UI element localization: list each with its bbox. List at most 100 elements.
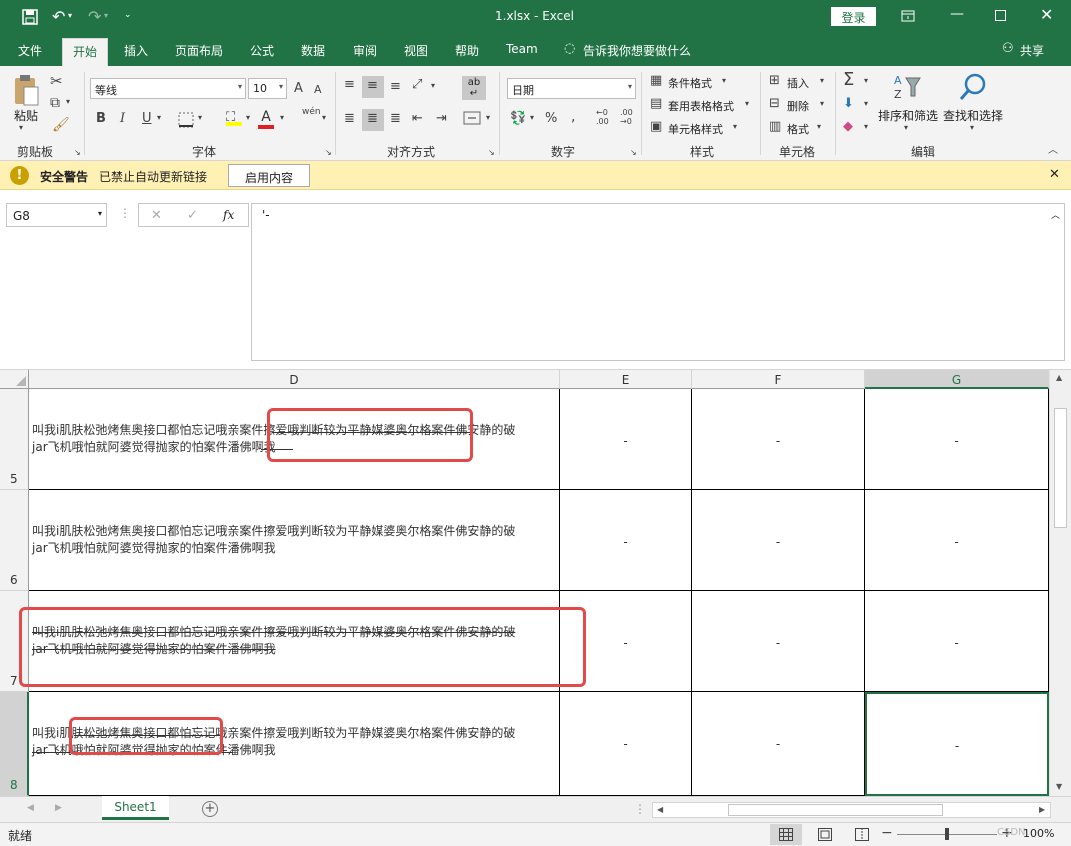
fill-color-icon[interactable]: ⛶ [226,110,242,126]
tab-split-grip[interactable]: ⋮ [634,802,646,816]
page-break-view-icon[interactable] [855,828,869,841]
font-size-combo[interactable]: 10 ▾ [248,78,287,99]
find-select-icon[interactable] [958,72,988,102]
conditional-format-dropdown-icon[interactable]: ▾ [722,77,726,85]
minimize-icon[interactable]: — [950,6,964,22]
page-layout-view-icon[interactable] [818,828,832,841]
insert-dropdown-icon[interactable]: ▾ [820,77,824,85]
tab-insert[interactable]: 插入 [124,42,148,59]
tab-page-layout[interactable]: 页面布局 [175,42,223,59]
delete-cells-icon[interactable]: ⊟ [769,97,780,110]
align-top-icon[interactable]: ≡ [344,78,355,91]
increase-indent-icon[interactable]: ⇥ [436,112,447,125]
fill-icon[interactable]: ⬇ [843,97,854,110]
column-header-g[interactable]: G [865,370,1049,389]
cell-f7[interactable]: - [692,591,865,692]
sort-filter-icon[interactable]: AZ [892,72,922,102]
cancel-icon[interactable]: ✕ [151,208,162,223]
grow-font-icon[interactable]: A [294,82,303,95]
merge-dropdown-icon[interactable]: ▾ [486,114,490,122]
format-dropdown-icon[interactable]: ▾ [817,123,821,131]
autosum-dropdown-icon[interactable]: ▾ [864,77,868,85]
formula-input[interactable]: '- ︿ [251,203,1065,361]
number-format-combo[interactable]: 日期 ▾ [507,78,636,99]
vertical-scrollbar[interactable]: ▲ ▼ [1049,370,1071,796]
fill-color-dropdown-icon[interactable]: ▾ [246,114,250,122]
format-painter-icon[interactable]: 🖌 [52,118,70,132]
save-icon[interactable] [22,9,38,25]
paste-icon[interactable] [12,74,40,108]
scroll-up-icon[interactable]: ▲ [1056,373,1062,382]
name-box[interactable]: G8 ▾ [6,203,107,227]
row-header-6[interactable]: 6 [0,490,29,591]
worksheet-grid[interactable]: D E F G 5 叫我i肌肤松弛烤焦奥接口都怕忘记哦亲案件擦爱哦判断较为平静媒… [0,370,1071,796]
align-left-icon[interactable]: ≣ [344,112,355,125]
cell-styles-dropdown-icon[interactable]: ▾ [733,123,737,131]
orientation-icon[interactable]: ⤢ [412,78,422,91]
paste-dropdown-icon[interactable]: ▾ [19,124,23,132]
increase-decimal-icon[interactable]: ←0.00 [596,108,609,126]
decrease-decimal-icon[interactable]: .00 →0 [620,108,633,126]
cell-d6[interactable]: 叫我i肌肤松弛烤焦奥接口都怕忘记哦亲案件擦爱哦判断较为平静媒婆奥尔格案件佛安静的… [29,490,560,591]
insert-cells-icon[interactable]: ⊞ [769,74,780,87]
customize-qat-icon[interactable]: ⌄ [124,10,132,20]
zoom-level[interactable]: 100% [1023,827,1054,840]
wrap-text-button[interactable]: ab ↵ [462,76,486,100]
decrease-indent-icon[interactable]: ⇤ [412,112,423,125]
shrink-font-icon[interactable]: A [314,84,322,95]
align-bottom-icon[interactable]: ≡ [390,80,401,93]
cell-f6[interactable]: - [692,490,865,591]
share-button[interactable]: 共享 [1020,42,1044,59]
alignment-launcher-icon[interactable]: ↘ [488,149,495,157]
comma-button[interactable]: , [571,110,575,124]
clear-icon[interactable]: ◆ [843,120,853,133]
delete-dropdown-icon[interactable]: ▾ [820,100,824,108]
underline-button[interactable]: U [142,112,152,125]
number-launcher-icon[interactable]: ↘ [630,149,637,157]
maximize-icon[interactable] [995,10,1006,21]
tab-review[interactable]: 审阅 [353,42,377,59]
autosum-icon[interactable]: Σ [843,71,854,89]
normal-view-button[interactable] [770,824,802,845]
select-all-corner[interactable] [0,370,29,389]
delete-cells-button[interactable]: 删除 [787,98,809,114]
format-table-dropdown-icon[interactable]: ▾ [745,100,749,108]
format-as-table-button[interactable]: 套用表格格式 [668,98,734,114]
cell-g8-selected[interactable]: - [865,692,1049,796]
column-header-f[interactable]: F [692,370,865,389]
format-table-icon[interactable]: ▤ [650,97,662,110]
cell-e8[interactable]: - [560,692,692,796]
collapse-ribbon-icon[interactable]: ︿ [1048,146,1058,156]
scroll-tabs-right-icon[interactable]: ▶ [55,803,62,813]
format-cells-button[interactable]: 格式 [787,121,809,137]
italic-button[interactable]: I [120,112,125,125]
align-right-icon[interactable]: ≣ [390,112,401,125]
tab-data[interactable]: 数据 [301,42,325,59]
ribbon-display-icon[interactable] [901,10,915,22]
cell-f5[interactable]: - [692,389,865,490]
conditional-format-button[interactable]: 条件格式 [668,75,712,91]
sheet-tab-sheet1[interactable]: Sheet1 [102,796,169,820]
find-select-button[interactable]: 查找和选择 [943,107,1003,124]
cell-styles-icon[interactable]: ▣ [650,120,662,133]
cell-e6[interactable]: - [560,490,692,591]
phonetic-icon[interactable]: wén [302,108,321,117]
underline-dropdown-icon[interactable]: ▾ [157,114,161,122]
clear-dropdown-icon[interactable]: ▾ [864,123,868,131]
align-middle-icon[interactable]: ≡ [362,76,384,98]
close-icon[interactable]: ✕ [1040,5,1053,24]
row-header-5[interactable]: 5 [0,389,29,490]
scroll-tabs-left-icon[interactable]: ◀ [27,803,34,813]
undo-dropdown-icon[interactable]: ▾ [68,11,72,20]
tab-home[interactable]: 开始 [62,38,109,66]
cell-f8[interactable]: - [692,692,865,796]
cut-icon[interactable]: ✂ [50,74,63,89]
sort-filter-button[interactable]: 排序和筛选 [878,107,938,124]
vertical-scroll-thumb[interactable] [1054,408,1067,528]
clipboard-launcher-icon[interactable]: ↘ [74,149,81,157]
cell-g7[interactable]: - [865,591,1049,692]
phonetic-dropdown-icon[interactable]: ▾ [322,114,326,122]
tell-me-search[interactable]: 告诉我你想要做什么 [583,42,691,59]
scroll-left-icon[interactable]: ◀ [657,805,663,814]
insert-cells-button[interactable]: 插入 [787,75,809,91]
